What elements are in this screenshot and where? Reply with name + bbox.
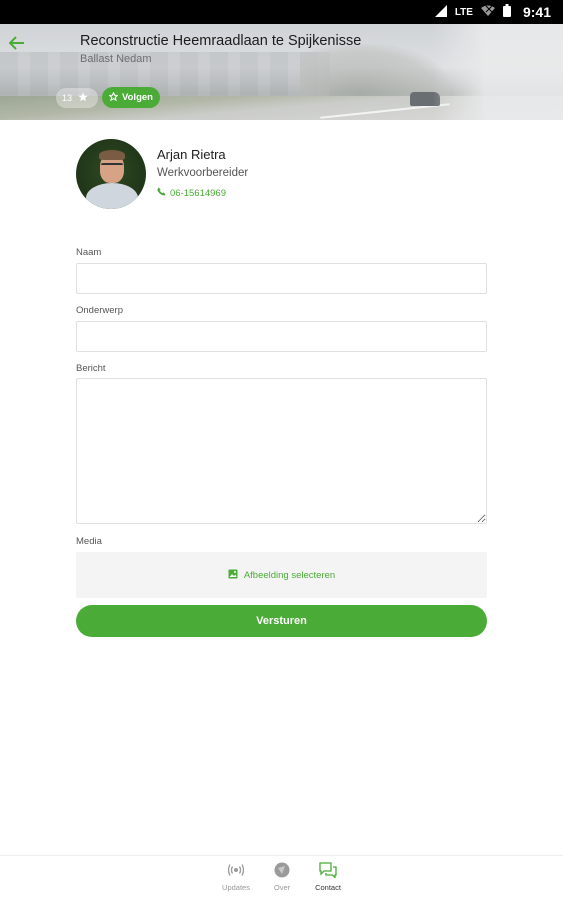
chat-icon: [319, 862, 337, 880]
bottom-navigation: Updates Over Contact: [0, 855, 563, 900]
submit-button[interactable]: Versturen: [76, 605, 487, 637]
message-label: Bericht: [76, 363, 106, 374]
name-field[interactable]: [76, 263, 487, 294]
battery-icon: [502, 4, 511, 20]
broadcast-icon: [227, 862, 245, 880]
name-label: Naam: [76, 247, 102, 258]
followers-counter: 13: [56, 88, 98, 108]
nav-updates-label: Updates: [222, 883, 250, 892]
info-icon: [273, 862, 291, 880]
media-label: Media: [76, 536, 102, 547]
nav-contact-label: Contact: [315, 883, 341, 892]
nav-over[interactable]: Over: [262, 862, 302, 892]
nav-updates[interactable]: Updates: [216, 862, 256, 892]
image-icon: [228, 569, 238, 582]
clock: 9:41: [522, 4, 551, 20]
select-image-label: Afbeelding selecteren: [243, 569, 336, 581]
wifi-icon: [480, 5, 495, 20]
nav-over-label: Over: [273, 883, 291, 892]
network-type: LTE: [454, 6, 473, 18]
star-outline-icon: [108, 90, 119, 104]
phone-number: 06-15614969: [170, 187, 226, 199]
status-bar: LTE 9:41: [0, 0, 563, 24]
arrow-left-icon: [8, 35, 25, 55]
message-field[interactable]: [76, 378, 487, 524]
signal-icon: [434, 4, 447, 20]
follow-button[interactable]: Volgen: [102, 87, 160, 108]
subject-label: Onderwerp: [76, 305, 123, 316]
nav-contact[interactable]: Contact: [308, 862, 348, 892]
back-button[interactable]: [6, 34, 28, 56]
phone-icon: [157, 187, 166, 199]
avatar: [76, 139, 146, 209]
subject-field[interactable]: [76, 321, 487, 352]
contact-name: Arjan Rietra: [157, 147, 226, 162]
star-icon: [78, 92, 88, 104]
contact-phone-link[interactable]: 06-15614969: [157, 187, 226, 199]
followers-count: 13: [62, 93, 73, 103]
follow-label: Volgen: [122, 92, 153, 103]
contact-role: Werkvoorbereider: [157, 167, 249, 179]
page-title: Reconstructie Heemraadlaan te Spijkeniss…: [80, 33, 362, 49]
select-image-button[interactable]: Afbeelding selecteren: [76, 552, 487, 598]
page-subtitle: Ballast Nedam: [80, 53, 152, 65]
